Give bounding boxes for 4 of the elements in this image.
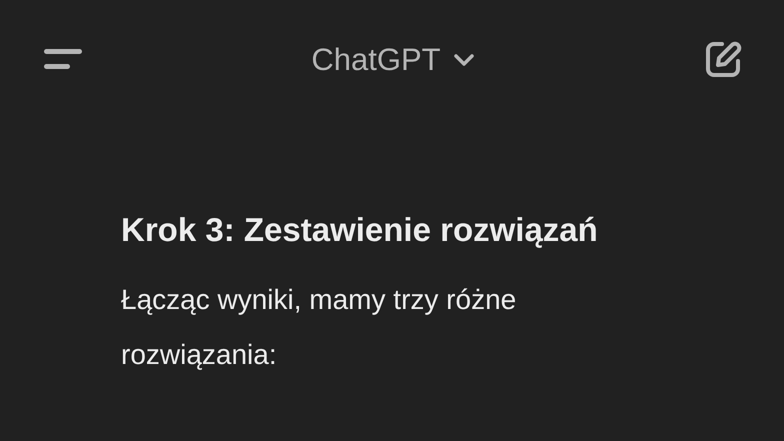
message-paragraph: Łącząc wyniki, mamy trzy różne rozwiązania: (121, 283, 518, 372)
chevron-down-icon (452, 53, 475, 67)
model-selector[interactable]: ChatGPT (311, 42, 475, 78)
section-heading: Krok 3: Zestawienie rozwiązań (121, 210, 599, 250)
